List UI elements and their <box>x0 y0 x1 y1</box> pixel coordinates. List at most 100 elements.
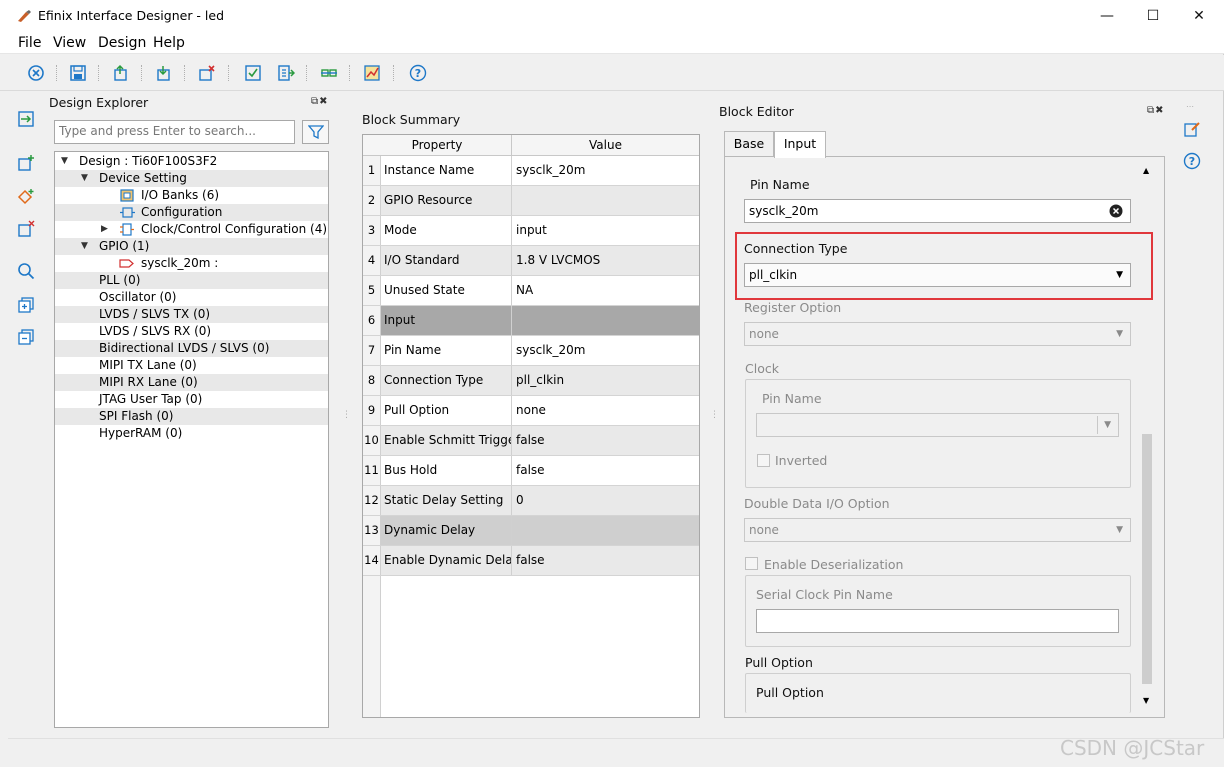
connect-button[interactable] <box>319 63 339 83</box>
search-button[interactable] <box>17 262 35 280</box>
serial-clock-pin-field[interactable] <box>756 609 1119 633</box>
scrollbar-thumb[interactable] <box>1142 434 1152 684</box>
maximize-button[interactable]: ☐ <box>1130 0 1176 32</box>
table-row[interactable]: 8 Connection Type pll_clkin <box>363 366 699 396</box>
remove-block-button[interactable] <box>17 220 35 238</box>
export-button[interactable] <box>111 63 131 83</box>
tree-item[interactable]: Configuration <box>55 204 328 221</box>
clock-pin-name-select[interactable]: ▼ <box>756 413 1119 437</box>
delete-block-button[interactable] <box>197 63 217 83</box>
table-row[interactable]: 5 Unused State NA <box>363 276 699 306</box>
close-icon: ✕ <box>1193 8 1205 24</box>
expand-all-button[interactable] <box>17 296 35 314</box>
splitter-handle[interactable]: ⋮ <box>710 410 719 420</box>
double-data-select[interactable]: none ▼ <box>744 518 1131 542</box>
row-number: 6 <box>363 306 381 335</box>
table-row[interactable]: 6 Input <box>363 306 699 336</box>
menu-design[interactable]: Design <box>98 35 146 51</box>
tree-item[interactable]: MIPI TX Lane (0) <box>55 357 328 374</box>
tree-item[interactable]: LVDS / SLVS RX (0) <box>55 323 328 340</box>
filter-button[interactable] <box>302 120 329 144</box>
value-cell: false <box>512 546 699 575</box>
tree-item-label: PLL (0) <box>99 273 141 287</box>
value-cell <box>512 516 699 545</box>
pull-option-group-label: Pull Option <box>745 655 813 670</box>
value-cell <box>512 186 699 215</box>
collapse-all-button[interactable] <box>17 328 35 346</box>
expand-arrow-icon[interactable]: ▼ <box>81 238 88 255</box>
tree-item[interactable]: I/O Banks (6) <box>55 187 328 204</box>
column-header-property: Property <box>363 135 512 156</box>
close-window-button[interactable]: ✕ <box>1176 0 1222 32</box>
menu-view[interactable]: View <box>53 35 86 51</box>
table-row[interactable]: 12 Static Delay Setting 0 <box>363 486 699 516</box>
table-row[interactable]: 2 GPIO Resource <box>363 186 699 216</box>
tree-item[interactable]: ▼ Design : Ti60F100S3F2 <box>55 153 328 170</box>
value-cell: false <box>512 426 699 455</box>
tab-base[interactable]: Base <box>724 131 774 157</box>
scroll-up-icon[interactable]: ▲ <box>1143 166 1149 175</box>
generate-button[interactable] <box>276 63 296 83</box>
help-button[interactable]: ? <box>408 63 428 83</box>
tree-item[interactable]: Bidirectional LVDS / SLVS (0) <box>55 340 328 357</box>
tree-item[interactable]: SPI Flash (0) <box>55 408 328 425</box>
expand-arrow-icon[interactable]: ▼ <box>81 170 88 187</box>
table-row[interactable]: 10 Enable Schmitt Trigger false <box>363 426 699 456</box>
collapsed-arrow-icon[interactable]: ▶ <box>101 221 108 238</box>
tab-input[interactable]: Input <box>774 131 826 158</box>
table-row[interactable]: 14 Enable Dynamic Delay false <box>363 546 699 576</box>
tree-item[interactable]: PLL (0) <box>55 272 328 289</box>
save-button[interactable] <box>68 63 88 83</box>
inverted-checkbox[interactable] <box>757 454 770 467</box>
add-block-button[interactable] <box>17 154 35 172</box>
design-explorer-dock-buttons[interactable]: ⧉✖ <box>311 96 329 107</box>
design-tree[interactable]: ▼ Design : Ti60F100S3F2 ▼ Device Setting I/O… <box>54 151 329 728</box>
check-design-button[interactable] <box>243 63 263 83</box>
clear-icon[interactable] <box>1109 204 1123 218</box>
menu-file[interactable]: File <box>18 35 41 51</box>
table-row[interactable]: 3 Mode input <box>363 216 699 246</box>
tree-item[interactable]: HyperRAM (0) <box>55 425 328 442</box>
search-input[interactable]: Type and press Enter to search... <box>54 120 295 144</box>
close-design-button[interactable] <box>26 63 46 83</box>
pin-name-field[interactable]: sysclk_20m <box>744 199 1131 223</box>
add-gpio-button[interactable] <box>17 188 35 206</box>
tree-item[interactable]: ▼ Device Setting <box>55 170 328 187</box>
tree-item[interactable]: Oscillator (0) <box>55 289 328 306</box>
tree-item[interactable]: JTAG User Tap (0) <box>55 391 328 408</box>
tree-item[interactable]: MIPI RX Lane (0) <box>55 374 328 391</box>
table-row[interactable]: 13 Dynamic Delay <box>363 516 699 546</box>
register-option-select[interactable]: none ▼ <box>744 322 1131 346</box>
block-editor-dock-buttons[interactable]: ⧉✖ <box>1147 105 1165 116</box>
editor-help-button[interactable]: ? <box>1183 152 1201 173</box>
enable-deserialization-checkbox[interactable] <box>745 557 758 570</box>
tree-item[interactable]: LVDS / SLVS TX (0) <box>55 306 328 323</box>
table-row[interactable]: 1 Instance Name sysclk_20m <box>363 156 699 186</box>
scroll-down-icon[interactable]: ▼ <box>1143 696 1149 705</box>
minimize-button[interactable]: — <box>1084 0 1130 32</box>
tree-item-label: HyperRAM (0) <box>99 426 183 440</box>
edit-block-button[interactable] <box>1183 120 1201 141</box>
toolbar-separator <box>56 65 57 81</box>
tree-item-label: SPI Flash (0) <box>99 409 174 423</box>
menu-help[interactable]: Help <box>153 35 185 51</box>
tree-item[interactable]: ▶ Clock/Control Configuration (4) <box>55 221 328 238</box>
tree-item[interactable]: sysclk_20m : <box>55 255 328 272</box>
navigate-button[interactable] <box>17 110 35 128</box>
splitter-handle[interactable]: ⋮ <box>342 410 351 420</box>
table-row[interactable]: 9 Pull Option none <box>363 396 699 426</box>
table-row[interactable]: 4 I/O Standard 1.8 V LVCMOS <box>363 246 699 276</box>
import-button[interactable] <box>154 63 174 83</box>
right-tool-column: ⋯ ? <box>1176 100 1208 740</box>
table-row[interactable]: 7 Pin Name sysclk_20m <box>363 336 699 366</box>
report-button[interactable] <box>362 63 382 83</box>
main-toolbar: ? <box>0 55 1224 91</box>
expand-arrow-icon[interactable]: ▼ <box>61 153 68 170</box>
row-number: 1 <box>363 156 381 185</box>
table-row[interactable]: 11 Bus Hold false <box>363 456 699 486</box>
tree-item[interactable]: ▼ GPIO (1) <box>55 238 328 255</box>
save-icon <box>70 65 86 81</box>
drag-handle[interactable]: ⋯ <box>1186 102 1194 111</box>
value-cell: none <box>516 403 546 417</box>
value-cell: sysclk_20m <box>516 163 586 177</box>
